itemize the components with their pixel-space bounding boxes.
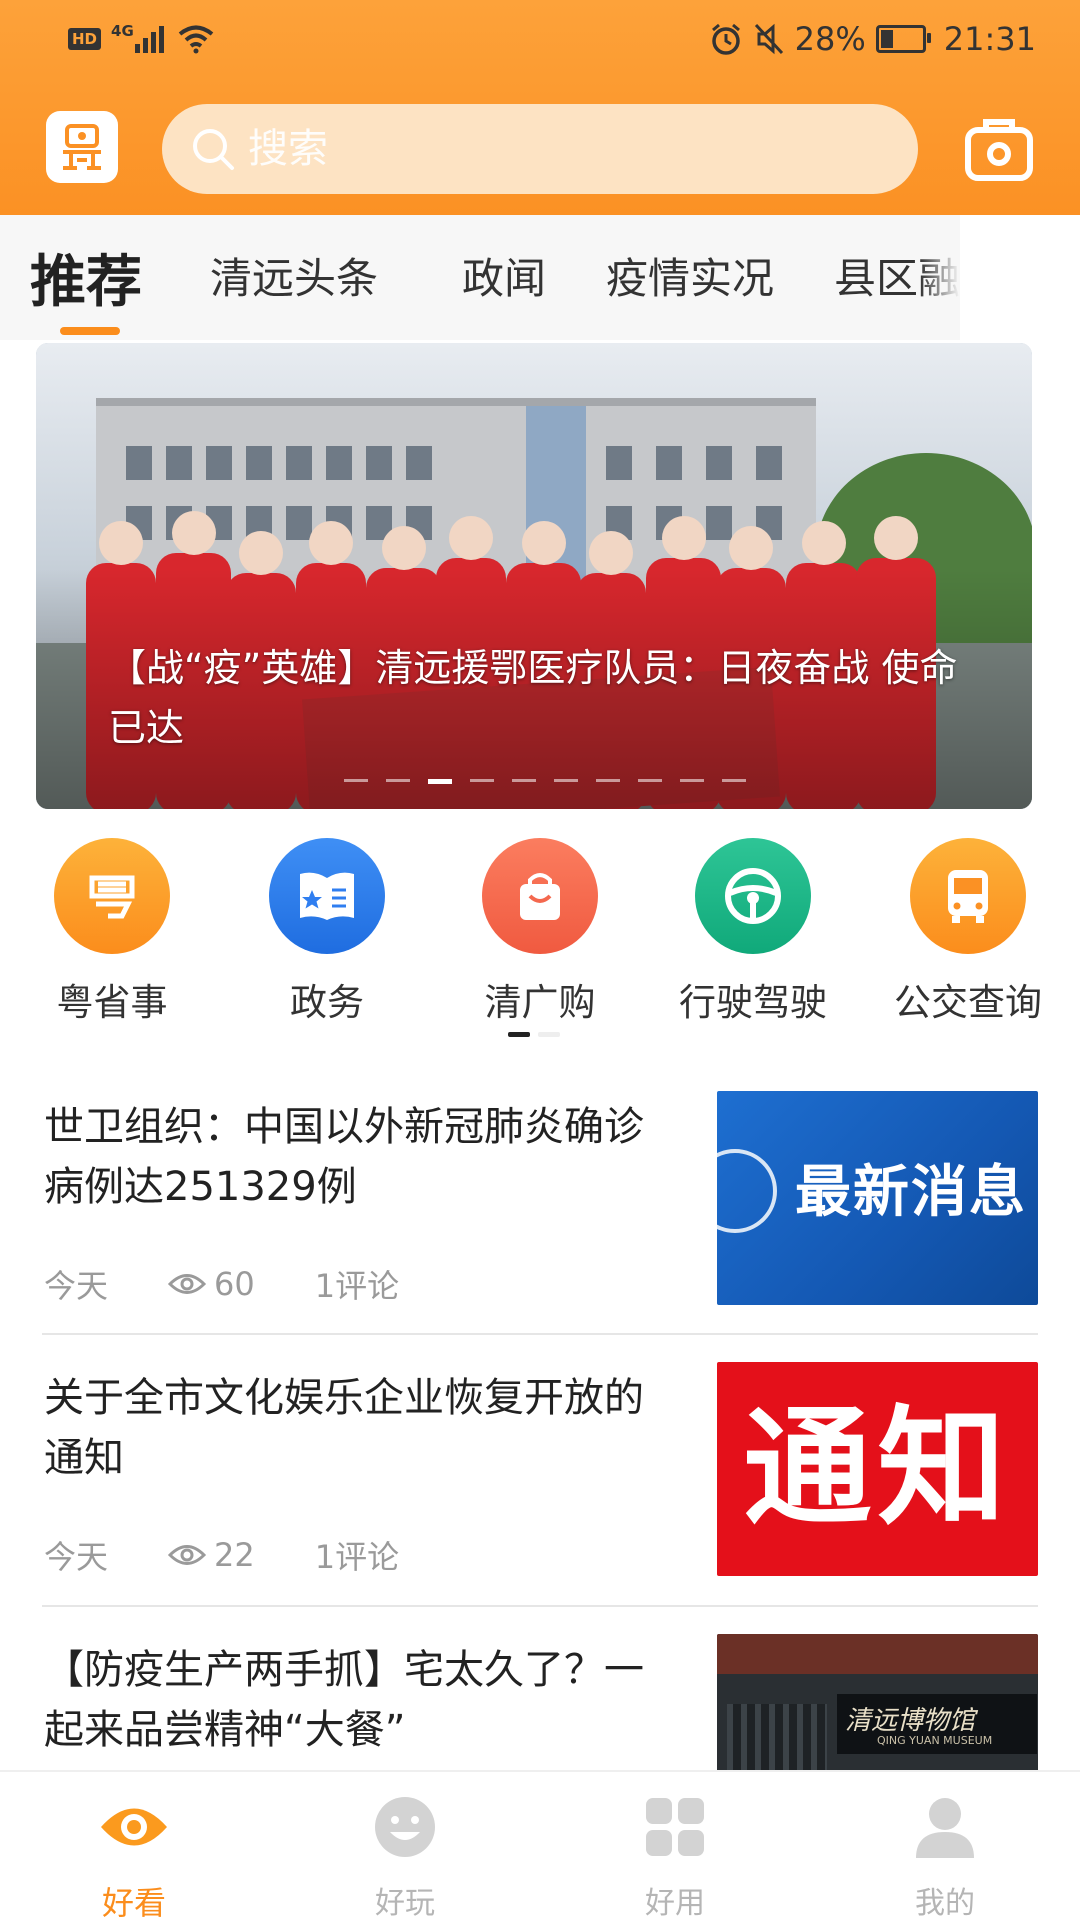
quick-links: 粤省事 政务 清广购 行驶驾驶 公交查询 [0, 838, 1080, 1048]
logo-icon [63, 124, 101, 170]
divider [42, 1605, 1038, 1607]
quick-links-page-indicator [508, 1032, 560, 1037]
thumbnail-text: 通知 [743, 1394, 1012, 1543]
eye-icon [101, 1808, 167, 1846]
nav-haoyong[interactable]: 好用 [605, 1792, 745, 1922]
news-thumbnail: 通知 [717, 1362, 1038, 1576]
quick-link-label: 行驶驾驶 [679, 981, 827, 1024]
grid-icon [646, 1798, 704, 1856]
news-title: 关于全市文化娱乐企业恢复开放的通知 [44, 1375, 644, 1481]
clock: 21:31 [943, 20, 1036, 58]
tab-recommend[interactable]: 推荐 [30, 237, 142, 318]
news-item-1[interactable]: 世卫组织：中国以外新冠肺炎确诊病例达251329例 今天 60 1评论 最新消息 [42, 1091, 1038, 1363]
banner-caption[interactable]: 【战“疫”英雄】清远援鄂医疗队员：日夜奋战 使命已达 [108, 638, 988, 758]
status-right: 28% 21:31 [709, 20, 1036, 58]
news-views: 22 [214, 1536, 255, 1574]
app-header: HD 4G 28% 21:31 搜索 [0, 0, 1080, 215]
news-title: 世卫组织：中国以外新冠肺炎确诊病例达251329例 [44, 1104, 644, 1210]
news-views: 60 [214, 1265, 255, 1303]
quick-link-driving[interactable]: 行驶驾驶 [658, 838, 848, 1026]
gov-book-icon [269, 838, 385, 954]
bottom-navigation: 好看 好玩 好用 我的 [0, 1770, 1080, 1922]
mute-icon [754, 23, 783, 55]
quick-link-label: 粤省事 [56, 981, 168, 1024]
tab-qingyuan-headlines[interactable]: 清远头条 [210, 245, 378, 306]
nav-wode[interactable]: 我的 [875, 1792, 1015, 1922]
smile-icon [375, 1797, 435, 1857]
wifi-icon [178, 25, 214, 54]
quick-link-label: 公交查询 [894, 981, 1042, 1024]
news-comments: 1评论 [314, 1538, 400, 1576]
nav-label: 好看 [101, 1884, 166, 1922]
active-tab-indicator [60, 327, 120, 335]
news-date: 今天 [44, 1538, 109, 1576]
divider [42, 1333, 1038, 1335]
eye-icon [168, 1274, 207, 1294]
quick-link-bus[interactable]: 公交查询 [873, 838, 1063, 1026]
nav-label: 好玩 [375, 1886, 435, 1921]
camera-icon[interactable] [962, 112, 1036, 186]
thumbnail-text: 最新消息 [795, 1160, 1027, 1225]
quick-link-qingguanggou[interactable]: 清广购 [445, 838, 635, 1026]
news-meta: 今天 22 1评论 [44, 1532, 399, 1578]
news-meta: 今天 60 1评论 [44, 1261, 399, 1307]
news-date: 今天 [44, 1267, 109, 1305]
search-bar[interactable] [162, 104, 918, 194]
search-input[interactable] [246, 125, 890, 173]
search-icon [193, 129, 234, 170]
emblem-icon [717, 1149, 777, 1233]
banner-carousel[interactable]: 【战“疫”英雄】清远援鄂医疗队员：日夜奋战 使命已达 [36, 343, 1032, 809]
category-tabs: 推荐 清远头条 政闻 疫情实况 县区融 [0, 215, 1080, 340]
eye-icon [168, 1545, 207, 1565]
quick-link-label: 清广购 [484, 981, 596, 1024]
nav-label: 我的 [915, 1886, 975, 1921]
quick-link-label: 政务 [290, 981, 364, 1024]
tab-epidemic[interactable]: 疫情实况 [606, 245, 774, 306]
quick-link-yueshengshi[interactable]: 粤省事 [17, 838, 207, 1026]
news-thumbnail: 最新消息 [717, 1091, 1038, 1305]
alarm-icon [711, 23, 740, 55]
news-item-2[interactable]: 关于全市文化娱乐企业恢复开放的通知 今天 22 1评论 通知 [42, 1362, 1038, 1634]
app-logo[interactable] [46, 111, 118, 183]
nav-haowan[interactable]: 好玩 [335, 1792, 475, 1922]
tab-menu-button[interactable] [960, 215, 1080, 340]
network-label: 4G [111, 22, 134, 40]
yue-icon [54, 838, 170, 954]
tabs-fade [920, 215, 960, 340]
thumbnail-text: 清远博物馆 [845, 1706, 976, 1736]
battery-icon [875, 25, 931, 53]
tab-politics[interactable]: 政闻 [462, 245, 546, 306]
steering-wheel-icon [695, 838, 811, 954]
hd-badge: HD [68, 28, 102, 50]
news-comments: 1评论 [314, 1267, 400, 1305]
signal-icon [134, 26, 164, 53]
news-title: 【防疫生产两手抓】宅太久了？一起来品尝精神“大餐” [44, 1647, 644, 1753]
quick-link-government[interactable]: 政务 [232, 838, 422, 1026]
status-bar: HD 4G 28% 21:31 [0, 0, 1080, 86]
nav-haokan[interactable]: 好看 [64, 1792, 204, 1924]
thumbnail-subtext: QING YUAN MUSEUM [877, 1734, 993, 1747]
shopping-bag-icon [482, 838, 598, 954]
bus-icon [910, 838, 1026, 954]
user-icon [916, 1798, 974, 1858]
status-left: HD 4G [68, 22, 214, 54]
nav-label: 好用 [645, 1886, 705, 1921]
carousel-dots [344, 779, 746, 784]
battery-percent: 28% [794, 20, 866, 58]
